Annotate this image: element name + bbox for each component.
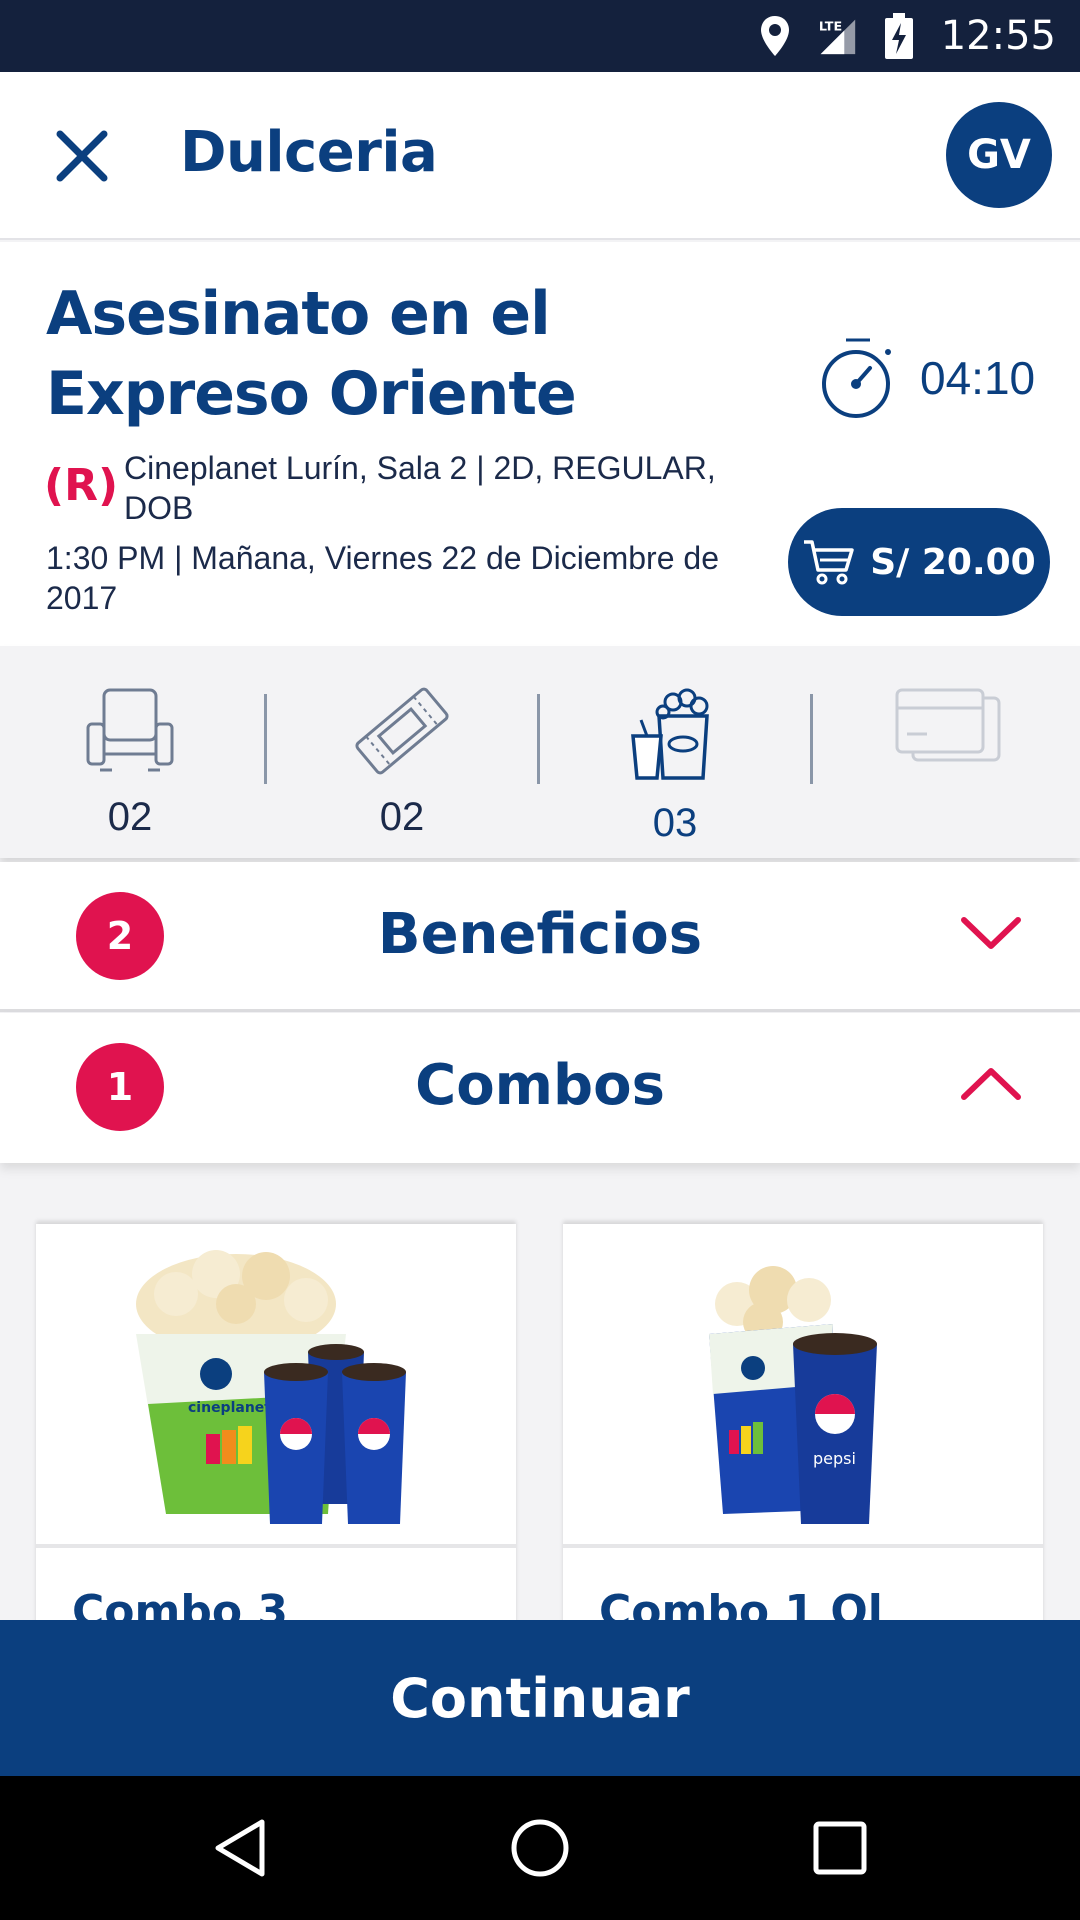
status-bar: LTE 12:55: [0, 0, 1080, 72]
battery-charging-icon: [879, 13, 919, 59]
purchase-steps: 02 02 03: [0, 646, 1080, 858]
step-divider: [537, 694, 540, 784]
popcorn-medium-one-drink-image: pepsi: [709, 1266, 877, 1524]
stopwatch-icon: [822, 338, 891, 418]
timer-value: 04:10: [920, 352, 1036, 404]
close-icon: [56, 130, 108, 182]
popcorn-drink-icon: [631, 688, 709, 780]
cart-button[interactable]: S/ 20.00: [788, 508, 1050, 616]
back-icon: [215, 1819, 265, 1877]
svg-text:LTE: LTE: [819, 19, 842, 34]
showtime-info: 1:30 PM | Mañana, Viernes 22 de Diciembr…: [46, 540, 719, 616]
venue-info: Cineplanet Lurín, Sala 2 | 2D, REGULAR, …: [124, 450, 716, 526]
step-concessions-count: 03: [652, 801, 698, 845]
close-button[interactable]: [44, 118, 120, 194]
step-divider: [810, 694, 813, 784]
home-icon: [511, 1819, 569, 1877]
signal-icon: LTE: [817, 14, 857, 58]
cart-icon: [804, 540, 854, 585]
step-concessions[interactable]: 03: [595, 686, 755, 846]
chevron-down-icon[interactable]: [956, 908, 1026, 958]
recents-icon: [813, 1821, 867, 1875]
beneficios-label: Beneficios: [377, 902, 703, 967]
nav-back-button[interactable]: [204, 1812, 276, 1884]
chevron-up-icon[interactable]: [956, 1059, 1026, 1109]
movie-title: Asesinato en el Expreso Oriente: [46, 274, 646, 434]
step-tickets-count: 02: [379, 795, 425, 839]
countdown-timer: 04:10: [820, 336, 1035, 420]
step-tickets[interactable]: 02: [322, 686, 482, 840]
combo-name: Combo 1 Ol: [599, 1586, 883, 1620]
credit-card-icon: [895, 688, 1001, 762]
nav-home-button[interactable]: [504, 1812, 576, 1884]
combo-image: pepsi: [563, 1224, 1043, 1548]
status-time: 12:55: [940, 13, 1056, 59]
popcorn-large-three-drinks-image: cineplanet: [136, 1250, 406, 1524]
movie-title-line1: Asesinato en el: [46, 279, 551, 349]
movie-info-panel: Asesinato en el Expreso Oriente (R) Cine…: [0, 242, 1080, 646]
movie-title-line2: Expreso Oriente: [46, 359, 577, 429]
svg-text:cineplanet: cineplanet: [188, 1400, 271, 1416]
combo-name: Combo 3: [72, 1586, 289, 1620]
rating-badge: (R): [44, 460, 119, 511]
accordion-beneficios[interactable]: 2 Beneficios: [0, 862, 1080, 1012]
combos-grid: cineplanet Combo 3 pepsi Combo 1 Ol: [0, 1170, 1080, 1620]
step-seats-count: 02: [107, 795, 153, 839]
location-icon: [755, 14, 795, 58]
svg-text:pepsi: pepsi: [813, 1449, 856, 1468]
combo-card[interactable]: pepsi Combo 1 Ol: [563, 1224, 1043, 1620]
cart-total: S/ 20.00: [870, 541, 1036, 583]
combo-image: cineplanet: [36, 1224, 516, 1548]
ticket-icon: [355, 687, 449, 775]
app-bar: Dulceria GV: [0, 72, 1080, 240]
seat-icon: [86, 688, 174, 772]
combo-card[interactable]: cineplanet Combo 3: [36, 1224, 516, 1620]
system-nav-bar: [0, 1776, 1080, 1920]
page-title: Dulceria: [180, 120, 438, 185]
accordion-combos[interactable]: 1 Combos: [0, 1013, 1080, 1163]
continue-button[interactable]: Continuar: [0, 1620, 1080, 1776]
step-seats[interactable]: 02: [50, 686, 210, 840]
nav-recents-button[interactable]: [804, 1812, 876, 1884]
user-avatar[interactable]: GV: [946, 102, 1052, 208]
step-payment[interactable]: [868, 686, 1028, 795]
combos-label: Combos: [415, 1053, 665, 1118]
step-divider: [264, 694, 267, 784]
